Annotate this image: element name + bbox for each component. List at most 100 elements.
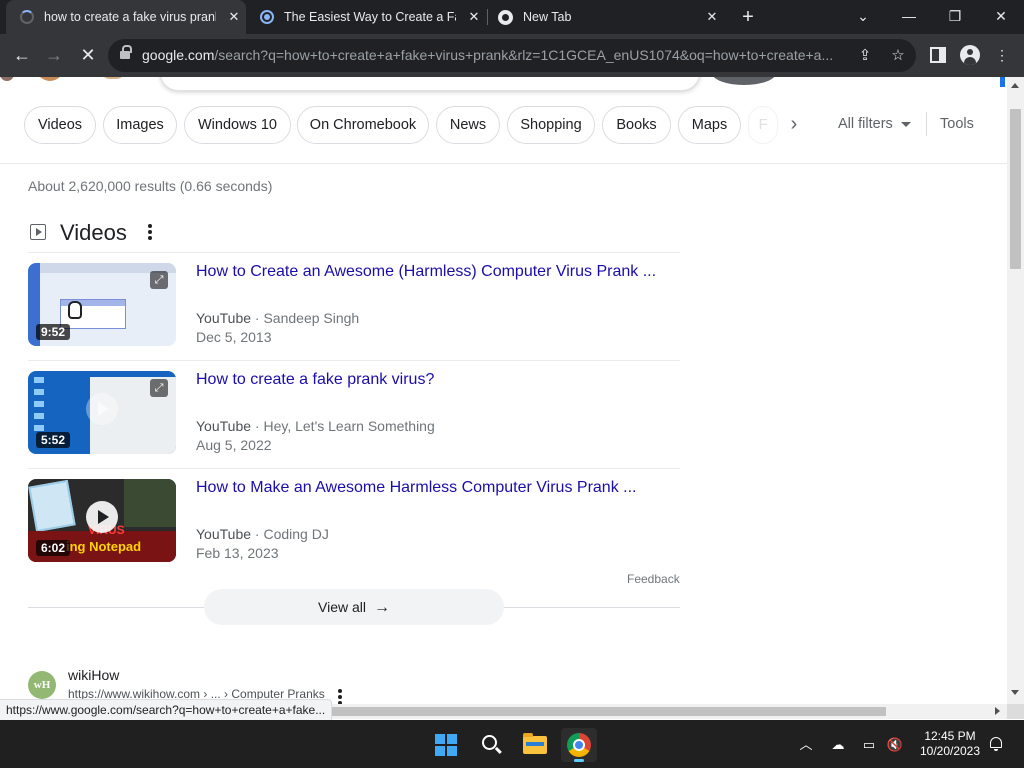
tools-button[interactable]: Tools (940, 116, 974, 132)
back-arrow-icon[interactable]: ← (10, 43, 34, 67)
google-doodle-logo[interactable] (0, 77, 130, 87)
video-thumbnail[interactable]: ⤢ 9:52 (28, 263, 176, 346)
chevron-right-icon[interactable]: › (783, 114, 805, 136)
video-channel: Sandeep Singh (263, 310, 360, 326)
video-title-link[interactable]: How to create a fake prank virus? (196, 371, 434, 389)
video-title-link[interactable]: How to Create an Awesome (Harmless) Comp… (196, 263, 656, 281)
notification-bell-icon[interactable] (988, 736, 1004, 752)
close-icon[interactable]: ✕ (466, 9, 482, 25)
chip-videos[interactable]: Videos (24, 106, 96, 144)
expand-icon[interactable]: ⤢ (150, 379, 168, 397)
screen: how to create a fake virus prank ✕ The E… (0, 0, 1024, 768)
chip-windows-10[interactable]: Windows 10 (184, 106, 291, 144)
start-button[interactable] (428, 728, 464, 762)
tab-title: The Easiest Way to Create a Fake (284, 10, 456, 24)
video-channel: Coding DJ (263, 526, 329, 542)
thumb-notepad-text: ing Notepad (66, 539, 142, 554)
volume-muted-icon[interactable]: 🔇 (886, 736, 904, 754)
search-icon (482, 735, 497, 750)
windows-logo-icon (435, 734, 457, 756)
video-result[interactable]: ⤢ 9:52 How to Create an Awesome (Harmles… (28, 253, 680, 361)
video-duration: 9:52 (36, 324, 71, 340)
videos-section-header: Videos (28, 218, 680, 246)
more-menu-icon[interactable]: ⋮ (992, 45, 1012, 65)
hand-cursor-icon (68, 301, 82, 319)
clock-time: 12:45 PM (924, 729, 976, 743)
chip-news[interactable]: News (436, 106, 500, 144)
doodle-piece (36, 77, 64, 81)
play-icon[interactable] (86, 393, 118, 425)
video-thumbnail[interactable]: VIRUS ing Notepad 6:02 (28, 479, 176, 562)
play-icon[interactable] (86, 501, 118, 533)
video-section-icon (30, 224, 46, 240)
view-all-label: View all (318, 599, 366, 615)
site-globe-icon (260, 10, 274, 24)
chip-shopping[interactable]: Shopping (507, 106, 595, 144)
tab-title: New Tab (523, 10, 572, 24)
search-box[interactable] (160, 77, 700, 91)
tab-new-tab[interactable]: New Tab ✕ (488, 0, 724, 34)
doodle-piece (100, 77, 126, 79)
video-thumbnail[interactable]: ⤢ 5:52 (28, 371, 176, 454)
chip-maps[interactable]: Maps (678, 106, 741, 144)
side-panel-icon[interactable] (930, 47, 946, 63)
scroll-down-icon[interactable] (1011, 690, 1019, 695)
video-duration: 6:02 (36, 540, 71, 556)
chevron-up-icon[interactable]: ︿ (797, 736, 815, 754)
expand-icon[interactable]: ⤢ (150, 271, 168, 289)
chip-books[interactable]: Books (602, 106, 671, 144)
vertical-scrollbar[interactable] (1007, 77, 1024, 704)
filter-divider (926, 112, 927, 136)
profile-avatar-icon[interactable] (960, 45, 980, 65)
lock-icon[interactable] (120, 45, 132, 61)
close-icon[interactable]: ✕ (704, 9, 720, 25)
chip-images[interactable]: Images (103, 106, 177, 144)
system-clock[interactable]: 12:45 PM 10/20/2023 (914, 729, 986, 759)
result-site-name[interactable]: wikiHow (68, 667, 119, 683)
video-date: Aug 5, 2022 (196, 437, 272, 453)
video-result[interactable]: ⤢ 5:52 How to create a fake prank virus?… (28, 361, 680, 469)
all-filters-button[interactable]: All filters (838, 116, 911, 132)
video-source: YouTube · Coding DJ (196, 526, 329, 542)
chrome-taskbar-button[interactable] (561, 728, 597, 762)
new-tab-plus-icon[interactable]: + (738, 6, 758, 28)
loading-spinner-icon (20, 10, 34, 24)
feedback-link[interactable]: Feedback (627, 572, 680, 586)
tab-search-results[interactable]: how to create a fake virus prank ✕ (6, 0, 246, 34)
restore-icon[interactable]: ❐ (941, 4, 969, 28)
close-icon[interactable]: ✕ (226, 9, 242, 25)
video-channel: Hey, Let's Learn Something (263, 418, 435, 434)
chip-partial[interactable]: F (748, 106, 778, 144)
search-results-page: Videos Images Windows 10 On Chromebook N… (0, 77, 1007, 704)
scroll-right-icon[interactable] (995, 707, 1000, 715)
stop-loading-icon[interactable]: ✕ (76, 43, 100, 67)
file-explorer-button[interactable] (517, 728, 553, 762)
share-icon[interactable]: ⇪ (856, 47, 874, 65)
taskbar-search-button[interactable] (473, 728, 509, 762)
more-options-icon[interactable] (338, 689, 342, 704)
minimize-icon[interactable]: — (895, 4, 923, 28)
window-close-icon[interactable]: ✕ (987, 4, 1015, 28)
more-options-icon[interactable] (148, 224, 152, 240)
address-bar[interactable]: google.com/search?q=how+to+create+a+fake… (108, 39, 916, 72)
video-title-link[interactable]: How to Make an Awesome Harmless Computer… (196, 479, 636, 497)
bookmark-star-icon[interactable]: ☆ (889, 47, 907, 65)
network-icon[interactable]: ▭ (860, 736, 878, 754)
scrollbar-thumb[interactable] (1010, 109, 1021, 269)
result-stats: About 2,620,000 results (0.66 seconds) (28, 178, 273, 194)
sign-in-button-edge[interactable] (1000, 77, 1005, 87)
onedrive-offline-icon[interactable]: ☁ (829, 736, 847, 754)
tab-search-chevron-icon[interactable]: ⌄ (849, 4, 877, 28)
view-all-button[interactable]: View all → (204, 589, 504, 625)
video-date: Feb 13, 2023 (196, 545, 279, 561)
address-url[interactable]: google.com/search?q=how+to+create+a+fake… (142, 47, 842, 65)
scrollbar-corner (1007, 704, 1024, 719)
header-divider (0, 163, 1007, 164)
all-filters-label: All filters (838, 116, 893, 132)
video-result[interactable]: VIRUS ing Notepad 6:02 How to Make an Aw… (28, 469, 680, 577)
scroll-up-icon[interactable] (1011, 83, 1019, 88)
forward-arrow-icon[interactable]: → (42, 43, 66, 67)
tab-easiest-way[interactable]: The Easiest Way to Create a Fake ✕ (246, 0, 486, 34)
chip-on-chromebook[interactable]: On Chromebook (297, 106, 429, 144)
video-source: YouTube · Hey, Let's Learn Something (196, 418, 435, 434)
